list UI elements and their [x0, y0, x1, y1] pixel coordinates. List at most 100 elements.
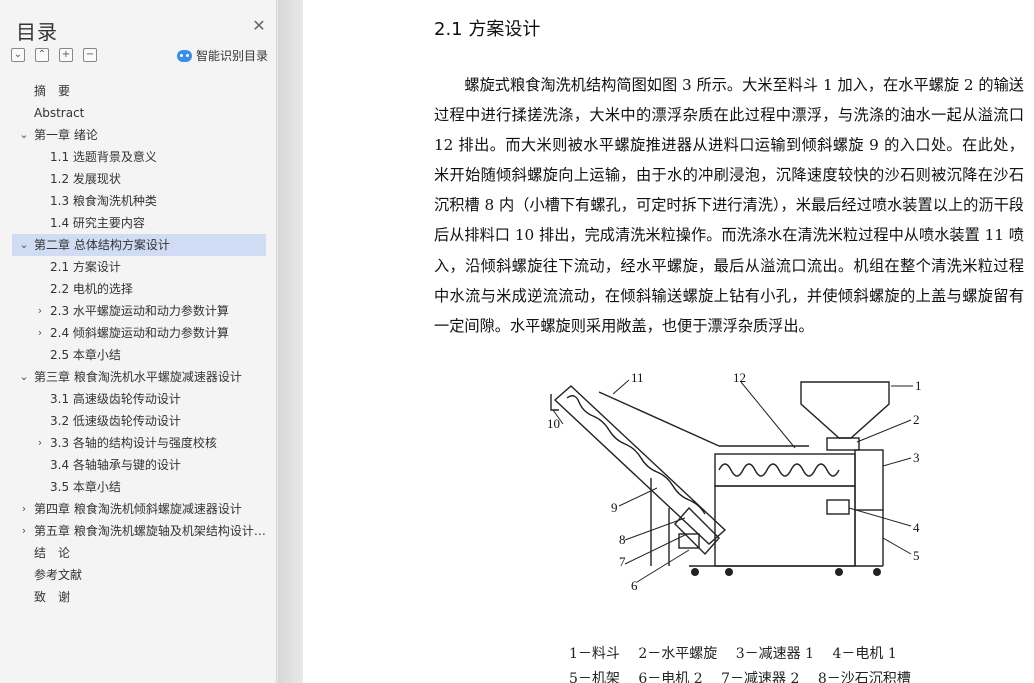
label-4: 4 [913, 520, 920, 535]
toc-item[interactable]: › 3.3 各轴的结构设计与强度校核 [12, 432, 266, 454]
toc-item-label: 2.5 本章小结 [50, 348, 121, 362]
hopper-neck [826, 437, 860, 451]
smart-toc-button[interactable]: 智能识别目录 [177, 47, 268, 64]
toc-item[interactable]: 1.4 研究主要内容 [12, 212, 266, 234]
caption-item: 8－沙石沉积槽 [817, 671, 911, 683]
body-paragraph: 螺旋式粮食淘洗机结构简图如图 3 所示。大米至料斗 1 加入，在水平螺旋 2 的… [434, 76, 1024, 335]
close-icon[interactable]: ✕ [250, 17, 268, 35]
hopper-shape [800, 381, 890, 439]
chevron-right-icon[interactable]: › [34, 432, 46, 454]
toc-item-label: 2.2 电机的选择 [50, 282, 133, 296]
toc-item-label: 第四章 粮食淘洗机倾斜螺旋减速器设计 [34, 502, 242, 516]
toc-item[interactable]: › 第五章 粮食淘洗机螺旋轴及机架结构设计与强度校核 [12, 520, 266, 542]
smart-toc-label: 智能识别目录 [196, 49, 269, 63]
toc-item[interactable]: 致 谢 [12, 586, 266, 608]
toc-item-label: 第二章 总体结构方案设计 [34, 238, 170, 252]
chevron-down-icon[interactable]: ⌄ [18, 234, 30, 256]
toc-item-label: 3.5 本章小结 [50, 480, 121, 494]
motor-1 [826, 499, 850, 515]
horizontal-screw [718, 463, 840, 477]
toc-item[interactable]: ⌄ 第一章 绪论 [12, 124, 266, 146]
toc-item-label: 3.1 高速级齿轮传动设计 [50, 392, 181, 406]
toc-item-label: Abstract [34, 106, 85, 120]
label-11: 11 [631, 370, 644, 385]
reducer-1 [854, 449, 884, 511]
caption-item: 3－减速器 1 [735, 646, 815, 662]
label-6: 6 [631, 578, 638, 593]
toc-item-label: 摘 要 [34, 84, 71, 98]
chevron-right-icon[interactable]: › [18, 520, 30, 542]
toc-item[interactable]: 1.3 粮食淘洗机种类 [12, 190, 266, 212]
label-8: 8 [619, 532, 626, 547]
toc-item-label: 1.4 研究主要内容 [50, 216, 145, 230]
toc-item[interactable]: 2.1 方案设计 [12, 256, 266, 278]
label-9: 9 [611, 500, 618, 515]
cover-slope [598, 391, 720, 447]
toc-item[interactable]: 3.4 各轴轴承与键的设计 [12, 454, 266, 476]
toc-item-label: 参考文献 [34, 568, 83, 582]
toc-item-label: 3.2 低速级齿轮传动设计 [50, 414, 181, 428]
toc-item-label: 第三章 粮食淘洗机水平螺旋减速器设计 [34, 370, 242, 384]
caption-item: 5－机架 [569, 671, 620, 683]
collapse-all-icon[interactable]: ⌄ [11, 48, 25, 62]
caption-item: 6－电机 2 [638, 671, 703, 683]
toc-item[interactable]: 2.5 本章小结 [12, 344, 266, 366]
chevron-down-icon[interactable]: ⌄ [18, 124, 30, 146]
inclined-screw [566, 395, 706, 515]
label-3: 3 [913, 450, 920, 465]
toc-list: 摘 要 Abstract ⌄ 第一章 绪论 1.1 选题背景及意义 1.2 发展现状 1.3… [12, 80, 266, 608]
toc-item[interactable]: ⌄ 第二章 总体结构方案设计 [12, 234, 266, 256]
toc-panel: 目录 ✕ ⌄ ⌃ + − 智能识别目录 摘 要 Abstract ⌄ 第一章 绪论 1.… [0, 0, 277, 683]
sediment-trough [674, 506, 720, 556]
toc-item[interactable]: 1.2 发展现状 [12, 168, 266, 190]
chevron-right-icon[interactable]: › [34, 300, 46, 322]
chevron-right-icon[interactable]: › [18, 498, 30, 520]
toc-item-label: 1.1 选题背景及意义 [50, 150, 157, 164]
toc-item-label: 2.3 水平螺旋运动和动力参数计算 [50, 304, 229, 318]
document-page: 2.1 方案设计 螺旋式粮食淘洗机结构简图如图 3 所示。大米至料斗 1 加入，… [303, 0, 1034, 683]
label-2: 2 [913, 412, 920, 427]
wheel [691, 568, 699, 576]
toc-item-label: 1.3 粮食淘洗机种类 [50, 194, 157, 208]
machine-diagram: 1 2 3 4 5 6 7 8 9 10 11 12 [547, 370, 922, 593]
horizontal-trough [714, 453, 856, 487]
toc-item[interactable]: Abstract [12, 102, 266, 124]
wheel [873, 568, 881, 576]
toc-item-label: 第一章 绪论 [34, 128, 98, 142]
toc-item[interactable]: 3.1 高速级齿轮传动设计 [12, 388, 266, 410]
toc-item[interactable]: 参考文献 [12, 564, 266, 586]
expand-up-icon[interactable]: ⌃ [35, 48, 49, 62]
toc-item[interactable]: 1.1 选题背景及意义 [12, 146, 266, 168]
toc-item[interactable]: 2.2 电机的选择 [12, 278, 266, 300]
caption-item: 2－水平螺旋 [638, 646, 718, 662]
toc-item-label: 2.1 方案设计 [50, 260, 121, 274]
figure-caption-line-1: 1－料斗 2－水平螺旋 3－减速器 1 4－电机 1 [569, 643, 897, 663]
wheel [835, 568, 843, 576]
plus-icon[interactable]: + [59, 48, 73, 62]
caption-item: 7－减速器 2 [721, 671, 800, 683]
label-5: 5 [913, 548, 920, 563]
chevron-down-icon[interactable]: ⌄ [18, 366, 30, 388]
toc-item[interactable]: › 2.4 倾斜螺旋运动和动力参数计算 [12, 322, 266, 344]
toc-item-label: 致 谢 [34, 590, 71, 604]
toc-item[interactable]: ⌄ 第三章 粮食淘洗机水平螺旋减速器设计 [12, 366, 266, 388]
frame-body [714, 485, 856, 567]
wheel [725, 568, 733, 576]
toc-item[interactable]: 摘 要 [12, 80, 266, 102]
minus-icon[interactable]: − [83, 48, 97, 62]
toc-item-label: 3.4 各轴轴承与键的设计 [50, 458, 181, 472]
toc-item[interactable]: 结 论 [12, 542, 266, 564]
chevron-right-icon[interactable]: › [34, 322, 46, 344]
label-12: 12 [733, 370, 746, 385]
toc-item[interactable]: › 2.3 水平螺旋运动和动力参数计算 [12, 300, 266, 322]
toc-item[interactable]: 3.2 低速级齿轮传动设计 [12, 410, 266, 432]
toc-item[interactable]: 3.5 本章小结 [12, 476, 266, 498]
panel-divider[interactable] [278, 0, 303, 683]
toc-item[interactable]: › 第四章 粮食淘洗机倾斜螺旋减速器设计 [12, 498, 266, 520]
toc-item-label: 结 论 [34, 546, 71, 560]
toc-title: 目录 [16, 20, 58, 44]
toc-item-label: 3.3 各轴的结构设计与强度校核 [50, 436, 217, 450]
section-title: 2.1 方案设计 [434, 19, 541, 40]
toc-item-label: 第五章 粮食淘洗机螺旋轴及机架结构设计与强度校核 [34, 524, 266, 538]
figure-caption-line-2: 5－机架 6－电机 2 7－减速器 2 8－沙石沉积槽 [569, 668, 911, 683]
